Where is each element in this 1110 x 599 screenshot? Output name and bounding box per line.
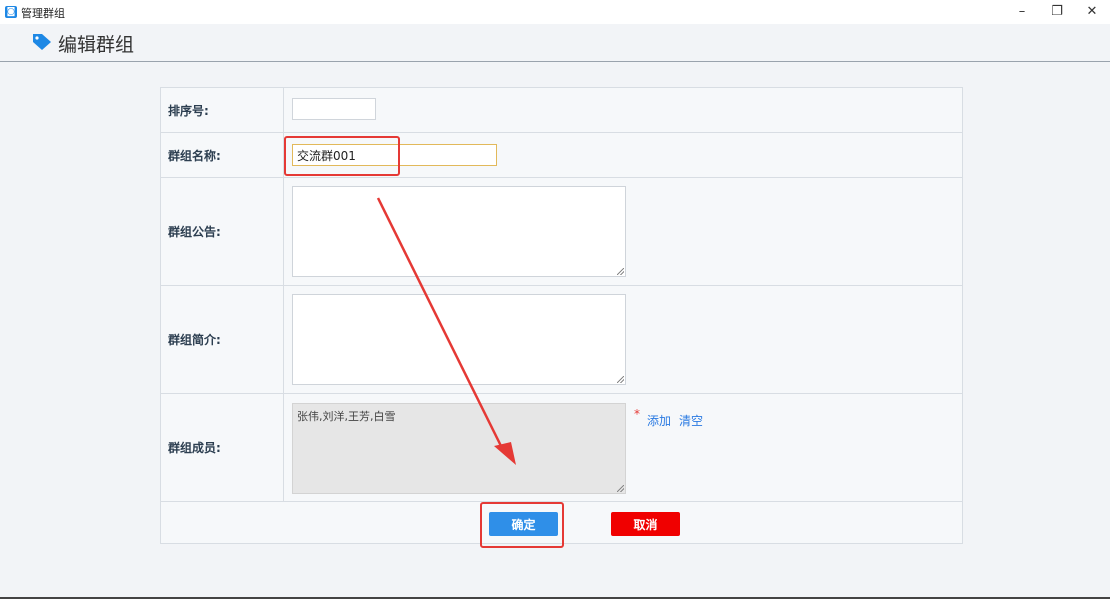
annotation-arrow-icon xyxy=(376,197,516,465)
